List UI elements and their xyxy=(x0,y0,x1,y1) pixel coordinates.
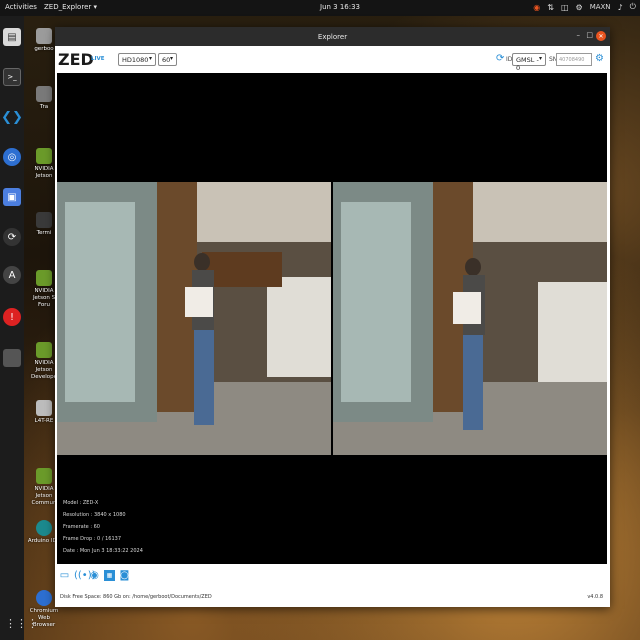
video-viewport[interactable]: Model : ZED-X Resolution : 3840 x 1080 F… xyxy=(57,73,607,564)
fps-select[interactable]: 60 ▾ xyxy=(158,53,177,66)
info-model: Model : ZED-X xyxy=(63,500,99,506)
dock: ▤ >_ ❮❯ ◎ ▣ ⟳ A ! ⋮⋮⋮ xyxy=(0,16,38,640)
svo-icon[interactable]: ▦ xyxy=(104,570,115,581)
nvidia-icon xyxy=(36,270,52,286)
resolution-select[interactable]: HD1080 ▾ xyxy=(118,53,156,66)
terminal-icon xyxy=(36,212,52,228)
power-icon[interactable]: ⏻ xyxy=(630,2,636,12)
volume-icon[interactable]: ♪ xyxy=(618,3,623,12)
document-icon xyxy=(36,400,52,416)
files-icon[interactable]: ▤ xyxy=(3,28,21,46)
power-mode-label[interactable]: MAXN xyxy=(590,3,611,11)
refresh-icon[interactable]: ⟳ xyxy=(496,53,504,64)
notification-icon[interactable]: ◫ xyxy=(561,3,569,12)
chevron-down-icon: ▾ xyxy=(169,55,173,62)
nvidia-icon xyxy=(36,468,52,484)
app-menu[interactable]: ZED_Explorer ▾ xyxy=(44,3,97,11)
system-tray[interactable]: ◉ ⇅ ◫ ⚙ MAXN ♪ ⏻ xyxy=(533,2,636,12)
bottom-toolbar: ▭ ((•)) ◉ ▦ ◙ xyxy=(59,570,130,581)
stream-icon[interactable]: ((•)) xyxy=(74,570,96,581)
folder-icon[interactable]: ▭ xyxy=(59,570,70,581)
left-camera-image xyxy=(57,182,331,455)
screenshot-icon[interactable]: ▣ xyxy=(3,188,21,206)
info-framerate: Framerate : 60 xyxy=(63,524,100,530)
chromium-icon xyxy=(36,590,52,606)
version-text: v4.0.8 xyxy=(587,594,603,600)
nvidia-icon[interactable]: ◉ xyxy=(533,3,540,12)
power-mode-icon[interactable]: ⚙ xyxy=(576,3,583,12)
chevron-down-icon: ▾ xyxy=(538,55,542,62)
camera-id-select[interactable]: GMSL - 0 ▾ xyxy=(512,53,546,72)
info-frame-drop: Frame Drop : 0 / 16137 xyxy=(63,536,122,542)
terminal-2-icon[interactable] xyxy=(3,349,21,367)
nvidia-icon xyxy=(36,342,52,358)
network-icon[interactable]: ⇅ xyxy=(547,3,554,12)
record-icon[interactable]: ◉ xyxy=(89,570,100,581)
serial-number-field[interactable]: 40708490 xyxy=(556,53,592,66)
close-icon[interactable]: ✕ xyxy=(596,31,606,41)
info-resolution: Resolution : 3840 x 1080 xyxy=(63,512,126,518)
terminal-icon[interactable]: >_ xyxy=(3,68,21,86)
explorer-window: Explorer – □ ✕ ZED LIVE HD1080 ▾ 60 ▾ ⟳ … xyxy=(55,27,610,607)
vscode-icon[interactable]: ❮❯ xyxy=(1,108,23,126)
editor-icon[interactable]: ⟳ xyxy=(3,228,21,246)
arduino-icon xyxy=(36,520,52,536)
disk-space-text: Disk Free Space: 860 Gb on: /home/gerboo… xyxy=(60,594,212,600)
window-title: Explorer xyxy=(317,32,348,41)
arduino-icon[interactable]: A xyxy=(3,266,21,284)
zed-logo: ZED xyxy=(58,50,94,69)
chevron-down-icon: ▾ xyxy=(148,55,152,62)
settings-icon[interactable]: ⚙ xyxy=(595,53,604,64)
right-camera-image xyxy=(333,182,607,455)
nvidia-icon xyxy=(36,148,52,164)
home-folder-icon xyxy=(36,28,52,44)
camera-snapshot-icon[interactable]: ◙ xyxy=(119,570,130,581)
live-badge: LIVE xyxy=(91,56,105,62)
camera-info-panel: Model : ZED-X Resolution : 3840 x 1080 F… xyxy=(63,497,143,557)
info-date: Date : Mon Jun 3 18:33:22 2024 xyxy=(63,548,143,554)
clock[interactable]: Jun 3 16:33 xyxy=(320,3,360,11)
window-titlebar[interactable]: Explorer – □ ✕ xyxy=(55,27,610,46)
activities-button[interactable]: Activities xyxy=(5,3,37,11)
trash-icon xyxy=(36,86,52,102)
maximize-icon[interactable]: □ xyxy=(586,31,593,39)
chromium-icon[interactable]: ◎ xyxy=(3,148,21,166)
toolbar: ZED LIVE HD1080 ▾ 60 ▾ ⟳ ID GMSL - 0 ▾ S… xyxy=(55,46,610,73)
minimize-icon[interactable]: – xyxy=(577,31,581,39)
recovery-icon[interactable]: ! xyxy=(3,308,21,326)
top-bar: Activities ZED_Explorer ▾ Jun 3 16:33 ◉ … xyxy=(0,0,640,16)
